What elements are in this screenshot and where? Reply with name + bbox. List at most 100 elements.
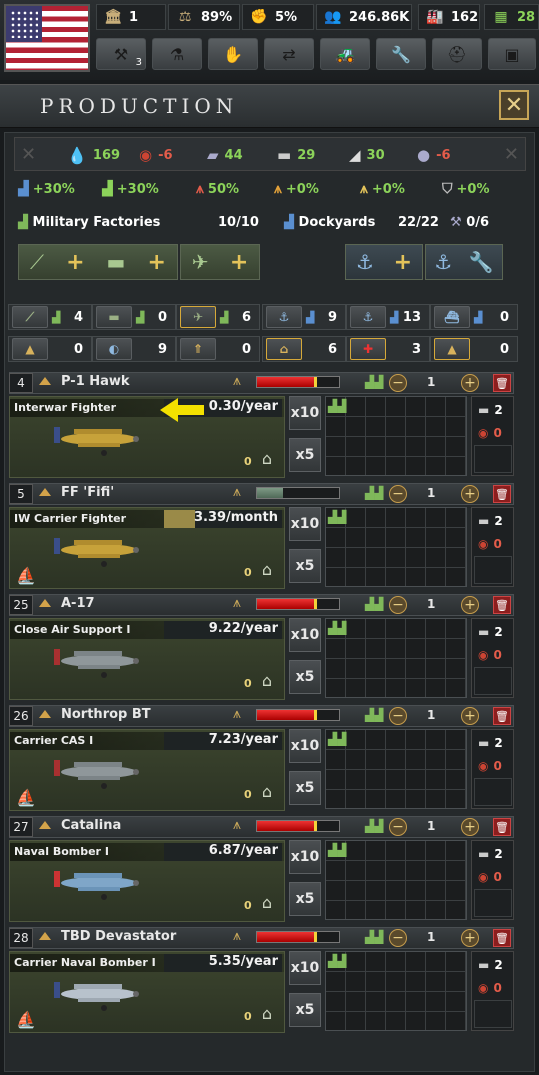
naval-repair-button[interactable]: ⚓ 🔧 — [425, 244, 503, 280]
priority-badge[interactable]: 28 — [9, 928, 33, 948]
stability-stat[interactable]: ⚖ 89% — [168, 4, 240, 30]
production-button[interactable]: 🔧 — [376, 38, 426, 70]
resource-aluminium[interactable]: ▰ 44 — [207, 146, 243, 164]
x10-button[interactable]: x10 — [289, 729, 321, 763]
add-factory-button[interactable]: + — [461, 596, 479, 614]
resource-steel[interactable]: ◢ 30 — [349, 146, 385, 164]
x5-button[interactable]: x5 — [289, 993, 321, 1027]
resource-rubber[interactable]: ◉ -6 — [139, 146, 173, 164]
equipment-image[interactable]: Carrier Naval Bomber I 5.35/year ⛵ 0 ⌂ — [9, 951, 285, 1033]
priority-up-icon[interactable] — [39, 599, 51, 607]
x10-button[interactable]: x10 — [289, 951, 321, 985]
add-air-production-button[interactable]: ✈ + — [180, 244, 260, 280]
country-flag[interactable] — [4, 4, 90, 72]
deploy-icon[interactable]: ⌂ — [256, 558, 278, 580]
filter-support[interactable]: ▲ 0 — [8, 336, 92, 362]
bonus-efficiency-gain[interactable]: ⩚ +0% — [274, 181, 319, 197]
remove-factory-button[interactable]: − — [389, 818, 407, 836]
delete-line-button[interactable]: 🗑 — [493, 374, 511, 392]
right-arrow-icon[interactable]: ✕ — [504, 144, 519, 165]
add-factory-button[interactable]: + — [461, 929, 479, 947]
remove-factory-button[interactable]: − — [389, 374, 407, 392]
delete-line-button[interactable]: 🗑 — [493, 707, 511, 725]
add-land-production-button[interactable]: ⟋ + ▬ + — [18, 244, 178, 280]
delete-line-button[interactable]: 🗑 — [493, 818, 511, 836]
resource-oil[interactable]: 💧 169 — [67, 146, 120, 165]
x5-button[interactable]: x5 — [289, 660, 321, 694]
filter-medical[interactable]: ✚ 3 — [346, 336, 430, 362]
remove-factory-button[interactable]: − — [389, 485, 407, 503]
deploy-icon[interactable]: ⌂ — [256, 780, 278, 802]
deploy-icon[interactable]: ⌂ — [256, 669, 278, 691]
filter-naval-screen[interactable]: ⚓ ▟ 13 — [346, 304, 430, 330]
production-line-4[interactable]: 27 Catalina ⩚ ▟▟ − 1 + 🗑 Naval Bomber I … — [9, 816, 514, 922]
add-naval-production-button[interactable]: ⚓ + — [345, 244, 423, 280]
x5-button[interactable]: x5 — [289, 771, 321, 805]
add-factory-button[interactable]: + — [461, 707, 479, 725]
remove-factory-button[interactable]: − — [389, 596, 407, 614]
production-line-2[interactable]: 25 A-17 ⩚ ▟▟ − 1 + 🗑 Close Air Support I… — [9, 594, 514, 700]
filter-naval-capital[interactable]: ⚓ ▟ 9 — [262, 304, 346, 330]
production-line-1[interactable]: 5 FF 'Fifi' ⩚ ▟▟ − 1 + 🗑 IW Carrier Figh… — [9, 483, 514, 589]
production-line-0[interactable]: 4 P-1 Hawk ⩚ ▟▟ − 1 + 🗑 Interwar Fighter… — [9, 372, 514, 478]
resource-tungsten[interactable]: ▬ 29 — [277, 146, 315, 164]
research-button[interactable]: ⚗ — [152, 38, 202, 70]
equipment-image[interactable]: Carrier CAS I 7.23/year ⛵ 0 ⌂ — [9, 729, 285, 811]
resource-chromium[interactable]: ● -6 — [417, 146, 451, 164]
x10-button[interactable]: x10 — [289, 396, 321, 430]
priority-up-icon[interactable] — [39, 710, 51, 718]
remove-factory-button[interactable]: − — [389, 707, 407, 725]
convoys-stat[interactable]: ▦ 28 — [484, 4, 539, 30]
production-line-3[interactable]: 26 Northrop BT ⩚ ▟▟ − 1 + 🗑 Carrier CAS … — [9, 705, 514, 811]
filter-naval-sub[interactable]: ⛴ ▟ 0 — [430, 304, 518, 330]
priority-badge[interactable]: 5 — [9, 484, 33, 504]
filter-artillery[interactable]: ⇑ 0 — [176, 336, 260, 362]
close-button[interactable]: ✕ — [499, 90, 529, 120]
delete-line-button[interactable]: 🗑 — [493, 485, 511, 503]
x5-button[interactable]: x5 — [289, 882, 321, 916]
war-support-stat[interactable]: ✊ 5% — [242, 4, 314, 30]
political-power-stat[interactable]: 🏛 1 — [96, 4, 166, 30]
x5-button[interactable]: x5 — [289, 438, 321, 472]
left-arrow-icon[interactable]: ✕ — [21, 144, 36, 165]
add-factory-button[interactable]: + — [461, 485, 479, 503]
delete-line-button[interactable]: 🗑 — [493, 929, 511, 947]
equipment-image[interactable]: Naval Bomber I 6.87/year ⛵ 0 ⌂ — [9, 840, 285, 922]
manpower-stat[interactable]: 👥 246.86K — [316, 4, 412, 30]
remove-factory-button[interactable]: − — [389, 929, 407, 947]
equipment-image[interactable]: Interwar Fighter 0.30/year ⛵ 0 ⌂ — [9, 396, 285, 478]
logistics-button[interactable]: ▣ — [488, 38, 536, 70]
filter-transport[interactable]: ⌂ 6 — [262, 336, 346, 362]
add-factory-button[interactable]: + — [461, 818, 479, 836]
equipment-image[interactable]: Close Air Support I 9.22/year ⛵ 0 ⌂ — [9, 618, 285, 700]
equipment-image[interactable]: IW Carrier Fighter 3.39/month ⛵ 0 ⌂ — [9, 507, 285, 589]
priority-up-icon[interactable] — [39, 377, 51, 385]
bonus-dockyard-output[interactable]: ▟ +30% — [102, 181, 159, 197]
filter-air[interactable]: ✈ ▟ 6 — [176, 304, 260, 330]
priority-badge[interactable]: 27 — [9, 817, 33, 837]
bonus-equipment-conversion[interactable]: ⛉ +0% — [442, 181, 489, 197]
priority-up-icon[interactable] — [39, 821, 51, 829]
bonus-efficiency-retention[interactable]: ⩚ +0% — [360, 181, 405, 197]
x5-button[interactable]: x5 — [289, 549, 321, 583]
deploy-icon[interactable]: ⌂ — [256, 447, 278, 469]
x10-button[interactable]: x10 — [289, 507, 321, 541]
filter-logistics[interactable]: ▲ 0 — [430, 336, 518, 362]
trade-button[interactable]: ⇄ — [264, 38, 314, 70]
deploy-icon[interactable]: ⌂ — [256, 1002, 278, 1024]
bonus-factory-output[interactable]: ▟ +30% — [18, 181, 75, 197]
filter-land[interactable]: ⟋ ▟ 4 — [8, 304, 92, 330]
x10-button[interactable]: x10 — [289, 618, 321, 652]
diplomacy-button[interactable]: ✋ — [208, 38, 258, 70]
recruit-button[interactable]: ⛑ — [432, 38, 482, 70]
delete-line-button[interactable]: 🗑 — [493, 596, 511, 614]
factories-stat[interactable]: 🏭 162 — [418, 4, 480, 30]
filter-armor[interactable]: ▬ ▟ 0 — [92, 304, 176, 330]
priority-up-icon[interactable] — [39, 488, 51, 496]
bonus-efficiency-cap[interactable]: ⩚ 50% — [196, 181, 239, 197]
priority-badge[interactable]: 25 — [9, 595, 33, 615]
deploy-icon[interactable]: ⌂ — [256, 891, 278, 913]
filter-recon[interactable]: ◐ 9 — [92, 336, 176, 362]
priority-badge[interactable]: 4 — [9, 373, 33, 393]
priority-up-icon[interactable] — [39, 932, 51, 940]
